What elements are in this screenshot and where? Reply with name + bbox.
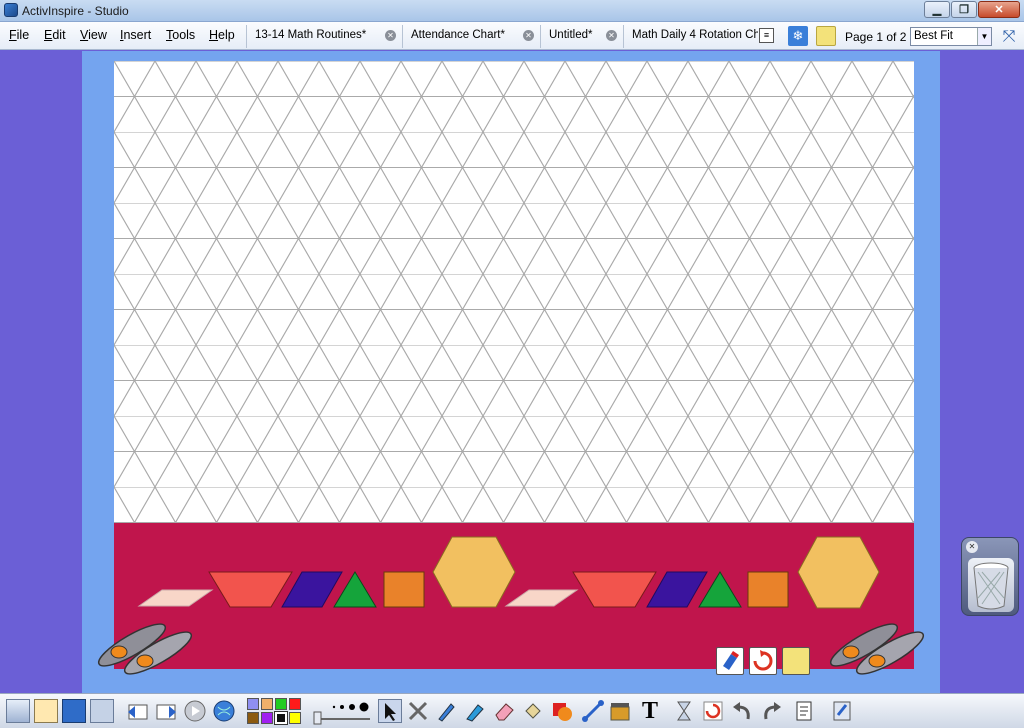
green-triangle xyxy=(333,571,377,608)
color-swatch-purple[interactable] xyxy=(261,712,273,724)
eraser-icon[interactable] xyxy=(492,699,516,723)
globe-icon[interactable] xyxy=(212,699,236,723)
next-page-icon[interactable] xyxy=(154,699,178,723)
tan-rhombus xyxy=(137,589,214,607)
tab-list-icon[interactable]: ≡ xyxy=(759,28,774,43)
previous-page-icon[interactable] xyxy=(126,699,150,723)
tab-attendance-chart[interactable]: Attendance Chart* ✕ xyxy=(402,25,540,48)
color-swatch-red[interactable] xyxy=(289,698,301,710)
color-swatch-yellow[interactable] xyxy=(289,712,301,724)
zoom-select[interactable]: Best Fit ▼ xyxy=(910,27,992,46)
trash-bin-icon xyxy=(968,558,1014,612)
menu-insert[interactable]: Insert xyxy=(120,28,151,42)
tan-rhombus xyxy=(504,589,579,607)
tab-label: Math Daily 4 Rotation Cha xyxy=(632,29,758,41)
magnet-icon[interactable] xyxy=(716,647,744,675)
red-trapezoid xyxy=(572,571,657,608)
menu-tools[interactable]: Tools xyxy=(166,28,195,42)
red-trapezoid xyxy=(208,571,293,608)
orange-square xyxy=(383,571,425,608)
reset-page-icon[interactable] xyxy=(701,699,725,723)
yellow-hexagon xyxy=(432,536,516,608)
minimize-button[interactable]: ▁ xyxy=(924,1,950,18)
toolbox-pin-icon[interactable] xyxy=(830,699,854,723)
trash-can[interactable]: ✕ xyxy=(961,537,1019,616)
close-button[interactable]: ✕ xyxy=(978,1,1020,18)
tab-label: 13-14 Math Routines* xyxy=(255,29,367,41)
hourglass-icon[interactable] xyxy=(672,699,696,723)
blue-rhombus xyxy=(281,571,343,608)
play-icon[interactable] xyxy=(183,699,207,723)
tab-label: Attendance Chart* xyxy=(411,29,505,41)
menu-bar: File Edit View Insert Tools Help 13-14 M… xyxy=(0,22,1024,50)
sticky-note-icon[interactable] xyxy=(816,26,836,46)
select-tool-icon[interactable] xyxy=(378,699,402,723)
restore-button[interactable]: ❐ xyxy=(951,1,977,18)
yellow-hexagon xyxy=(797,536,880,609)
isometric-grid xyxy=(114,61,914,524)
main-menu-icon[interactable] xyxy=(6,699,30,723)
close-tab-icon[interactable]: ✕ xyxy=(606,30,617,41)
desktop-tools-icon[interactable] xyxy=(406,699,430,723)
tab-untitled[interactable]: Untitled* ✕ xyxy=(540,25,623,48)
activinspire-app-icon xyxy=(4,3,18,17)
menu-view[interactable]: View xyxy=(80,28,107,42)
snowflake-icon[interactable]: ❄ xyxy=(788,26,808,46)
connector-icon[interactable] xyxy=(581,699,605,723)
redo-icon[interactable] xyxy=(760,699,784,723)
close-tab-icon[interactable]: ✕ xyxy=(523,30,534,41)
shape-icon[interactable] xyxy=(550,699,574,723)
menu-help[interactable]: Help xyxy=(209,28,235,42)
window-title: ActivInspire - Studio xyxy=(22,4,129,18)
highlighter-icon[interactable] xyxy=(462,699,486,723)
flipchart-tabs: 13-14 Math Routines* ✕ Attendance Chart*… xyxy=(246,25,758,48)
chevron-down-icon[interactable]: ▼ xyxy=(977,28,991,45)
right-pen-tray-icon[interactable] xyxy=(826,619,932,681)
fill-icon[interactable] xyxy=(521,699,545,723)
zoom-value: Best Fit xyxy=(914,30,953,42)
color-swatch-green[interactable] xyxy=(275,698,287,710)
fullscreen-icon[interactable]: ⤧ xyxy=(999,27,1019,47)
text-tool-icon[interactable]: T xyxy=(638,699,662,723)
page-indicator: Page 1 of 2 xyxy=(845,30,907,44)
signature-icon[interactable] xyxy=(62,699,86,723)
blue-rhombus xyxy=(646,571,708,608)
color-swatch-black-selected[interactable] xyxy=(274,711,288,725)
main-toolbox: T xyxy=(0,693,1024,728)
pen-icon[interactable] xyxy=(434,699,458,723)
tools-settings-icon[interactable] xyxy=(90,699,114,723)
page-icon[interactable] xyxy=(792,699,816,723)
flipchart-page[interactable] xyxy=(114,61,914,669)
orange-square xyxy=(747,571,789,608)
tab-math-routines[interactable]: 13-14 Math Routines* ✕ xyxy=(246,25,402,48)
color-swatch-lavender[interactable] xyxy=(247,698,259,710)
menu-file[interactable]: File xyxy=(9,28,29,42)
menu-edit[interactable]: Edit xyxy=(44,28,66,42)
tab-label: Untitled* xyxy=(549,29,593,41)
left-pen-tray-icon[interactable] xyxy=(94,619,200,681)
tab-math-daily-4[interactable]: Math Daily 4 Rotation Cha xyxy=(623,25,758,48)
close-tab-icon[interactable]: ✕ xyxy=(385,30,396,41)
color-swatch-brown[interactable] xyxy=(247,712,259,724)
green-triangle xyxy=(698,571,742,608)
refresh-icon[interactable] xyxy=(749,647,777,675)
window-controls: ▁ ❐ ✕ xyxy=(924,1,1020,18)
clapperboard-icon[interactable] xyxy=(608,699,632,723)
undo-icon[interactable] xyxy=(730,699,754,723)
color-swatch-peach[interactable] xyxy=(261,698,273,710)
notes-icon[interactable] xyxy=(782,647,810,675)
browsers-icon[interactable] xyxy=(34,699,58,723)
title-bar: ActivInspire - Studio ▁ ❐ ✕ xyxy=(0,0,1024,22)
close-icon[interactable]: ✕ xyxy=(966,541,978,553)
